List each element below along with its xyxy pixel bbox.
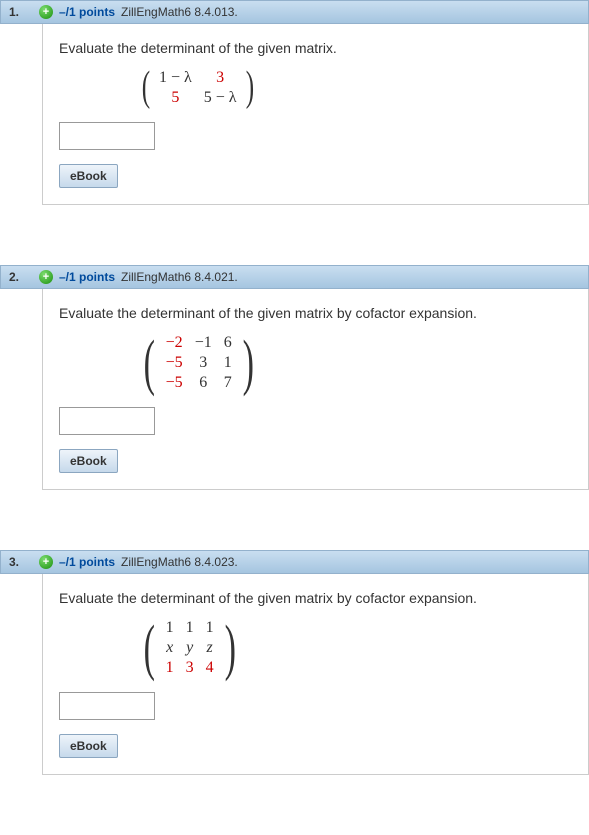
matrix-cell: 3: [189, 353, 218, 373]
answer-input[interactable]: [59, 122, 155, 150]
paren-right-icon: ): [242, 339, 253, 387]
paren-right-icon: ): [245, 70, 253, 106]
matrix-cell: −5: [160, 373, 189, 393]
source-label: ZillEngMath6 8.4.023.: [121, 555, 238, 569]
question-number: 1.: [9, 5, 39, 19]
matrix-cell: 6: [218, 333, 238, 353]
question-header: 2. + –/1 points ZillEngMath6 8.4.021.: [0, 265, 589, 289]
matrix-cell: x: [160, 638, 180, 658]
matrix-display: ( 1 − λ 3 5 5 − λ ): [139, 68, 572, 108]
paren-right-icon: ): [224, 624, 235, 672]
matrix-cell: 3: [198, 68, 243, 88]
matrix-table: 1 − λ 3 5 5 − λ: [153, 68, 243, 108]
source-label: ZillEngMath6 8.4.013.: [121, 5, 238, 19]
matrix-cell: −5: [160, 353, 189, 373]
question-prompt: Evaluate the determinant of the given ma…: [59, 305, 572, 321]
answer-input[interactable]: [59, 692, 155, 720]
matrix-cell: z: [200, 638, 220, 658]
matrix-cell: 5: [153, 88, 198, 108]
question-header: 3. + –/1 points ZillEngMath6 8.4.023.: [0, 550, 589, 574]
matrix-cell: −1: [189, 333, 218, 353]
matrix-cell: 1 − λ: [153, 68, 198, 88]
paren-left-icon: (: [142, 70, 150, 106]
matrix-cell: 1: [160, 618, 180, 638]
ebook-button[interactable]: eBook: [59, 164, 118, 188]
source-label: ZillEngMath6 8.4.021.: [121, 270, 238, 284]
question-header: 1. + –/1 points ZillEngMath6 8.4.013.: [0, 0, 589, 24]
question-3: 3. + –/1 points ZillEngMath6 8.4.023. Ev…: [0, 550, 589, 775]
matrix-display: ( −2 −1 6 −5 3 1 −5 6 7: [139, 333, 572, 393]
matrix-cell: y: [180, 638, 200, 658]
points-label[interactable]: –/1 points: [59, 5, 115, 19]
matrix-cell: 1: [180, 618, 200, 638]
question-body: Evaluate the determinant of the given ma…: [42, 24, 589, 205]
question-number: 3.: [9, 555, 39, 569]
points-label[interactable]: –/1 points: [59, 270, 115, 284]
question-prompt: Evaluate the determinant of the given ma…: [59, 590, 572, 606]
paren-left-icon: (: [144, 624, 155, 672]
matrix-cell: 3: [180, 658, 200, 678]
ebook-button[interactable]: eBook: [59, 449, 118, 473]
matrix-display: ( 1 1 1 x y z 1 3 4: [139, 618, 572, 678]
question-number: 2.: [9, 270, 39, 284]
paren-left-icon: (: [144, 339, 155, 387]
question-body: Evaluate the determinant of the given ma…: [42, 289, 589, 490]
matrix-cell: 5 − λ: [198, 88, 243, 108]
plus-icon[interactable]: +: [39, 5, 53, 19]
points-label[interactable]: –/1 points: [59, 555, 115, 569]
matrix-cell: 6: [189, 373, 218, 393]
matrix-table: 1 1 1 x y z 1 3 4: [160, 618, 220, 678]
matrix-cell: −2: [160, 333, 189, 353]
plus-icon[interactable]: +: [39, 555, 53, 569]
matrix-cell: 7: [218, 373, 238, 393]
plus-icon[interactable]: +: [39, 270, 53, 284]
question-2: 2. + –/1 points ZillEngMath6 8.4.021. Ev…: [0, 265, 589, 490]
question-body: Evaluate the determinant of the given ma…: [42, 574, 589, 775]
matrix-cell: 1: [218, 353, 238, 373]
question-prompt: Evaluate the determinant of the given ma…: [59, 40, 572, 56]
matrix-cell: 4: [200, 658, 220, 678]
ebook-button[interactable]: eBook: [59, 734, 118, 758]
matrix-cell: 1: [160, 658, 180, 678]
answer-input[interactable]: [59, 407, 155, 435]
question-1: 1. + –/1 points ZillEngMath6 8.4.013. Ev…: [0, 0, 589, 205]
matrix-table: −2 −1 6 −5 3 1 −5 6 7: [160, 333, 238, 393]
matrix-cell: 1: [200, 618, 220, 638]
